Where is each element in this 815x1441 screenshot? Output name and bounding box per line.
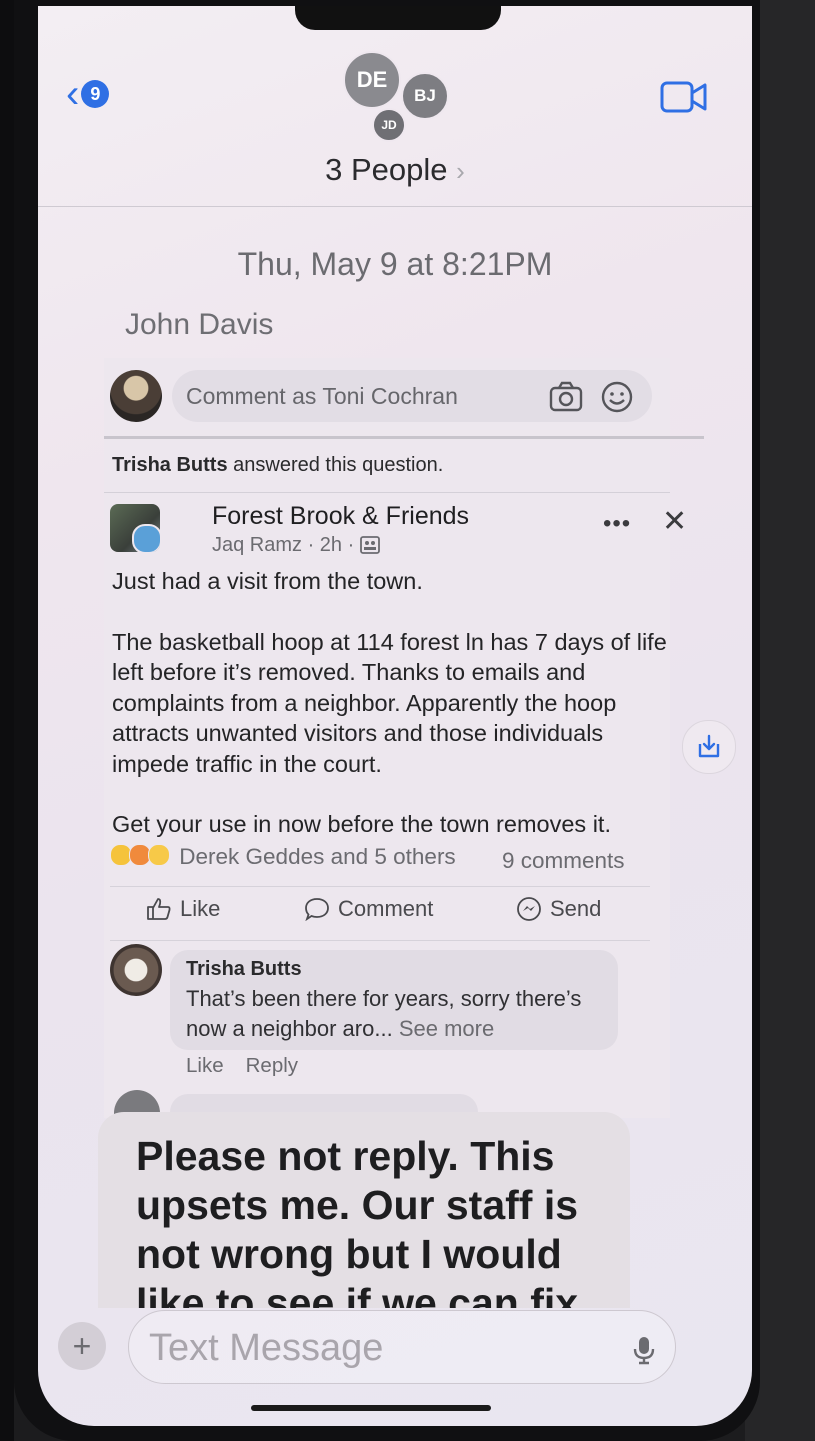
- download-icon: [698, 734, 720, 758]
- members-icon: [359, 536, 380, 554]
- messenger-icon: [517, 897, 541, 921]
- comment-text: That’s been there for years, sorry there…: [186, 984, 616, 1044]
- comment-placeholder: Comment as Toni Cochran: [186, 383, 458, 409]
- answered-name: Trisha Butts: [112, 454, 228, 476]
- conversation-title-text: 3 People: [325, 152, 448, 187]
- divider: [104, 492, 670, 493]
- comment-body: That’s been there for years, sorry there…: [186, 986, 582, 1041]
- avatar-jd[interactable]: JD: [372, 108, 406, 142]
- sender-name: John Davis: [125, 308, 274, 341]
- group-avatar: [110, 504, 160, 552]
- send-label: Send: [550, 896, 602, 921]
- message-timestamp: Thu, May 9 at 8:21PM: [237, 246, 553, 282]
- see-more-link: See more: [398, 1016, 495, 1041]
- reactions-text: Derek Geddes and 5 others: [179, 844, 456, 869]
- post-body: Just had a visit from the town. The bask…: [112, 566, 672, 870]
- divider: [110, 886, 650, 887]
- divider: [110, 940, 650, 941]
- comment-bubble: Trisha Butts That’s been there for years…: [170, 950, 618, 1050]
- attached-screenshot[interactable]: Comment as Toni Cochran Trisha Butts ans…: [104, 358, 704, 1136]
- comment-bubble-icon: [305, 898, 329, 921]
- device-edge-left: [0, 0, 14, 1441]
- commenter-name: Trisha Butts: [186, 958, 302, 980]
- group-name: Forest Brook & Friends: [212, 502, 470, 530]
- comment-reply: Reply: [245, 1054, 299, 1077]
- close-icon: ✕: [662, 505, 688, 538]
- video-camera-icon: [660, 81, 707, 113]
- comment-actions: Like Reply: [186, 1054, 320, 1078]
- save-attachment-button[interactable]: [682, 720, 736, 774]
- avatar-bj[interactable]: BJ: [401, 72, 449, 120]
- post-paragraph: The basketball hoop at 114 forest ln has…: [112, 628, 667, 777]
- poster-line-text: Jaq Ramz · 2h ·: [212, 534, 355, 556]
- poster-avatar: [132, 524, 160, 552]
- message-text: Please not reply. This upsets me. Our st…: [136, 1133, 579, 1308]
- messages-screen: ‹ 9 DE BJ JD 3 People › Thu, May 9 at 8:…: [38, 6, 752, 1426]
- plus-icon: +: [72, 1327, 92, 1364]
- conversation-title[interactable]: 3 People ›: [38, 152, 752, 188]
- add-attachment-button[interactable]: +: [58, 1322, 106, 1370]
- camera-icon: [549, 381, 583, 412]
- home-indicator[interactable]: [251, 1405, 491, 1411]
- comment-composer: Comment as Toni Cochran: [110, 368, 670, 424]
- microphone-icon: [633, 1337, 655, 1365]
- send-action: Send: [516, 896, 601, 922]
- chevron-right-icon: ›: [456, 156, 465, 186]
- message-bubble[interactable]: Please not reply. This upsets me. Our st…: [98, 1112, 630, 1308]
- thumbs-up-icon: [147, 898, 171, 920]
- comment-input: Comment as Toni Cochran: [172, 370, 652, 422]
- back-button[interactable]: ‹ 9: [66, 72, 110, 116]
- answered-line: Trisha Butts answered this question.: [112, 454, 443, 477]
- wow-reaction-icon: [148, 844, 170, 866]
- post-paragraph: Just had a visit from the town.: [112, 568, 423, 594]
- divider: [104, 436, 704, 439]
- comment-label: Comment: [338, 896, 434, 921]
- emoji-icon: [601, 381, 633, 413]
- facetime-video-button[interactable]: [660, 80, 708, 119]
- reactions-summary: Derek Geddes and 5 others: [110, 844, 456, 870]
- post-meta: Jaq Ramz · 2h ·: [212, 534, 380, 557]
- like-label: Like: [180, 896, 221, 921]
- avatar-de[interactable]: DE: [343, 51, 401, 109]
- header-divider: [38, 206, 752, 207]
- comment-action: Comment: [304, 896, 433, 922]
- dynamic-island: [295, 6, 501, 30]
- comments-count: 9 comments: [502, 848, 625, 873]
- avatar: [110, 944, 162, 996]
- more-options-icon: •••: [603, 510, 632, 537]
- answered-text: answered this question.: [227, 454, 444, 476]
- chevron-left-icon: ‹: [66, 72, 80, 116]
- input-placeholder: Text Message: [149, 1327, 384, 1369]
- text-message-input[interactable]: Text Message: [128, 1310, 676, 1384]
- like-action: Like: [146, 896, 220, 922]
- avatar: [110, 370, 162, 422]
- comment-like: Like: [186, 1054, 224, 1077]
- post-paragraph: Get your use in now before the town remo…: [112, 811, 611, 837]
- unread-count-badge: 9: [81, 80, 110, 108]
